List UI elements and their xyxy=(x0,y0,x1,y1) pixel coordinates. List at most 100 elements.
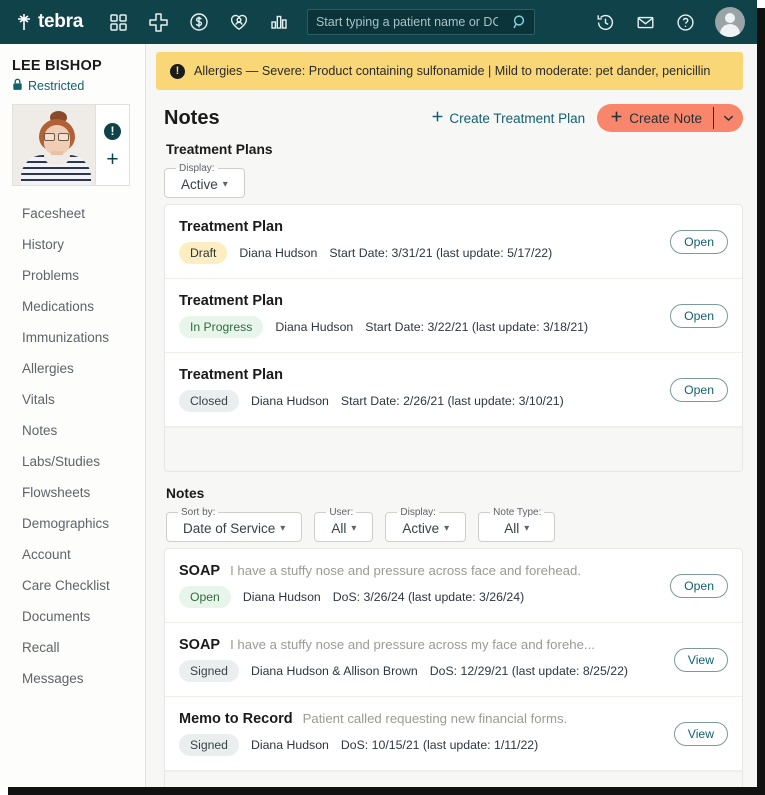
sidebar-item-allergies[interactable]: Allergies xyxy=(0,353,145,384)
sidebar-item-immunizations[interactable]: Immunizations xyxy=(0,322,145,353)
sidebar-item-history[interactable]: History xyxy=(0,229,145,260)
user-filter-value-wrap[interactable]: All ▾ xyxy=(325,520,362,536)
table-row[interactable]: SOAP I have a stuffy nose and pressure a… xyxy=(165,623,742,697)
history-clock-icon[interactable] xyxy=(585,5,625,39)
row-title-line: Memo to Record Patient called requesting… xyxy=(179,711,662,727)
row-title-line: Treatment Plan xyxy=(179,219,658,235)
notes-note-type-filter[interactable]: Note Type: All ▾ xyxy=(478,507,556,542)
sidebar-item-documents[interactable]: Documents xyxy=(0,601,145,632)
treatment-plans-section-title: Treatment Plans xyxy=(166,142,273,157)
avatar-body xyxy=(720,24,740,37)
status-badge: Signed xyxy=(179,660,239,682)
open-button[interactable]: Open xyxy=(670,303,728,328)
sort-by-legend: Sort by: xyxy=(181,507,216,518)
author-name: Diana Hudson & Allison Brown xyxy=(250,664,418,678)
bar-chart-icon[interactable] xyxy=(259,5,299,39)
photo-glasses-left xyxy=(44,133,55,141)
row-title-line: Treatment Plan xyxy=(179,293,658,309)
note-type-title: SOAP xyxy=(179,563,221,579)
plus-icon[interactable] xyxy=(139,5,179,39)
photo-side-actions: ! + xyxy=(96,104,130,186)
treatment-plans-card: Treatment Plan Draft Diana Hudson Start … xyxy=(164,204,743,472)
note-preview: Patient called requesting new financial … xyxy=(302,711,568,726)
treatment-plans-display-filter[interactable]: Display: Active ▾ xyxy=(164,163,245,198)
notes-user-filter[interactable]: User: All ▾ xyxy=(314,507,374,542)
patient-name: LEE BISHOP xyxy=(12,58,102,74)
create-treatment-plan-label: Create Treatment Plan xyxy=(449,110,586,126)
display-filter-value: Active xyxy=(181,177,218,192)
treatment-plan-title: Treatment Plan xyxy=(179,219,283,235)
patient-photo xyxy=(12,104,96,186)
chevron-down-icon[interactable] xyxy=(714,104,743,132)
author-name: Diana Hudson xyxy=(275,320,354,334)
chevron-down-icon: ▾ xyxy=(222,179,228,190)
sidebar-item-facesheet[interactable]: Facesheet xyxy=(0,198,145,229)
create-treatment-plan-button[interactable]: Create Treatment Plan xyxy=(431,110,585,126)
notes-display-filter[interactable]: Display: Active ▾ xyxy=(385,507,467,542)
sidebar-item-flowsheets[interactable]: Flowsheets xyxy=(0,477,145,508)
search-input[interactable] xyxy=(307,15,506,29)
sidebar-item-problems[interactable]: Problems xyxy=(0,260,145,291)
view-button[interactable]: View xyxy=(673,647,728,672)
treatment-plan-info: Treatment Plan In Progress Diana Hudson … xyxy=(179,293,658,338)
row-meta-line: Signed Diana Hudson DoS: 10/15/21 (last … xyxy=(179,734,662,756)
sidebar-item-vitals[interactable]: Vitals xyxy=(0,384,145,415)
display-filter-value-wrap[interactable]: Active ▾ xyxy=(396,520,455,536)
sidebar-item-labs-studies[interactable]: Labs/Studies xyxy=(0,446,145,477)
sort-by-value: Date of Service xyxy=(183,521,276,536)
top-navigation-bar: tebra xyxy=(0,0,757,44)
sidebar-item-account[interactable]: Account xyxy=(0,539,145,570)
alert-exclamation-icon: ! xyxy=(170,63,185,79)
tebra-logo[interactable]: tebra xyxy=(14,11,83,33)
note-type-value-wrap[interactable]: All ▾ xyxy=(489,520,544,536)
row-title-line: SOAP I have a stuffy nose and pressure a… xyxy=(179,563,658,579)
sidebar-item-medications[interactable]: Medications xyxy=(0,291,145,322)
sidebar-item-messages[interactable]: Messages xyxy=(0,663,145,694)
sort-by-value-wrap[interactable]: Date of Service ▾ xyxy=(177,520,291,536)
table-row[interactable]: Treatment Plan Closed Diana Hudson Start… xyxy=(165,353,742,427)
row-meta-line: Closed Diana Hudson Start Date: 2/26/21 … xyxy=(179,390,658,412)
patient-photo-row: ! + xyxy=(0,94,145,186)
table-row[interactable]: Treatment Plan In Progress Diana Hudson … xyxy=(165,279,742,353)
page-header: Notes Create Treatment Plan Create Note xyxy=(164,104,743,132)
note-info: SOAP I have a stuffy nose and pressure a… xyxy=(179,637,662,682)
row-title-line: SOAP I have a stuffy nose and pressure a… xyxy=(179,637,662,653)
row-title-line: Treatment Plan xyxy=(179,367,658,383)
dashboard-grid-icon[interactable] xyxy=(99,5,139,39)
page-body: LEE BISHOP Restricted ! + Facesheet Hist… xyxy=(0,44,757,787)
create-note-main[interactable]: Create Note xyxy=(597,104,713,132)
dollar-circle-icon[interactable] xyxy=(179,5,219,39)
status-badge: Open xyxy=(179,586,231,608)
note-preview: I have a stuffy nose and pressure across… xyxy=(230,563,582,578)
search-icon[interactable] xyxy=(506,14,534,30)
help-circle-icon[interactable] xyxy=(665,5,705,39)
row-meta-line: Draft Diana Hudson Start Date: 3/31/21 (… xyxy=(179,242,658,264)
open-button[interactable]: Open xyxy=(670,229,728,254)
utility-nav-icons xyxy=(585,5,745,39)
alert-exclamation-icon[interactable]: ! xyxy=(104,122,121,140)
open-button[interactable]: Open xyxy=(670,377,728,402)
plus-icon xyxy=(431,110,444,126)
sidebar-item-recall[interactable]: Recall xyxy=(0,632,145,663)
table-row[interactable]: SOAP I have a stuffy nose and pressure a… xyxy=(165,549,742,623)
user-avatar[interactable] xyxy=(715,7,745,37)
avatar-graphic xyxy=(715,7,745,37)
table-row[interactable]: Treatment Plan Draft Diana Hudson Start … xyxy=(165,205,742,279)
patient-heart-icon[interactable] xyxy=(219,5,259,39)
patient-search-box[interactable] xyxy=(306,9,535,35)
envelope-icon[interactable] xyxy=(625,5,665,39)
allergies-banner: ! Allergies — Severe: Product containing… xyxy=(156,52,743,90)
create-note-button[interactable]: Create Note xyxy=(597,104,743,132)
status-badge: Signed xyxy=(179,734,239,756)
table-row[interactable]: Memo to Record Patient called requesting… xyxy=(165,697,742,771)
sidebar-item-notes[interactable]: Notes xyxy=(0,415,145,446)
plus-icon[interactable]: + xyxy=(106,149,118,170)
display-filter-value-wrap[interactable]: Active ▾ xyxy=(175,176,234,192)
photo-glasses-right xyxy=(58,133,69,141)
sidebar-item-demographics[interactable]: Demographics xyxy=(0,508,145,539)
open-button[interactable]: Open xyxy=(670,573,728,598)
notes-sort-by-filter[interactable]: Sort by: Date of Service ▾ xyxy=(166,507,303,542)
chevron-down-icon: ▾ xyxy=(351,523,357,534)
sidebar-item-care-checklist[interactable]: Care Checklist xyxy=(0,570,145,601)
view-button[interactable]: View xyxy=(673,721,728,746)
